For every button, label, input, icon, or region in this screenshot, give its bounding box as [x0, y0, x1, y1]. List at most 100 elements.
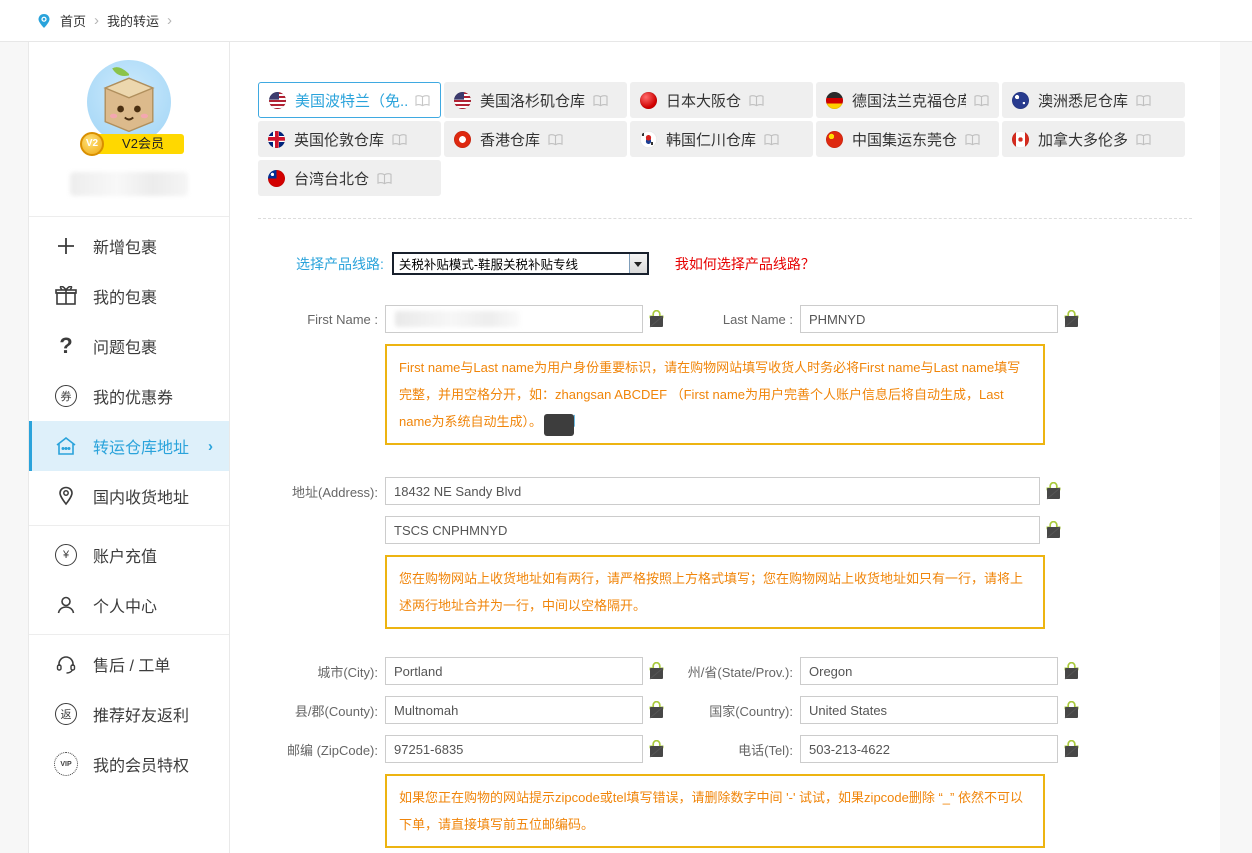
- zipcode-notice-box: 如果您正在购物的网站提示zipcode或tel填写错误，请删除数字中间 '-' …: [385, 774, 1045, 848]
- sidebar-item-referral[interactable]: 返 推荐好友返利: [29, 689, 229, 739]
- copy-icon[interactable]: [649, 701, 664, 719]
- tab-tw-taipei[interactable]: 台湾台北仓: [258, 160, 441, 196]
- copy-icon[interactable]: [1064, 662, 1079, 680]
- member-badge-label: V2会员: [92, 134, 184, 154]
- sidebar-item-label: 我的优惠券: [93, 384, 173, 408]
- sidebar-item-my-packages[interactable]: 我的包裹: [29, 271, 229, 321]
- copy-icon[interactable]: [1046, 521, 1061, 539]
- chevron-right-icon: ›: [208, 438, 213, 455]
- sidebar-item-label: 问题包裹: [93, 334, 157, 358]
- first-name-label: First Name :: [258, 312, 385, 327]
- sidebar-item-label: 新增包裹: [93, 234, 157, 258]
- sidebar-item-label: 推荐好友返利: [93, 702, 189, 726]
- copy-icon[interactable]: [1064, 740, 1079, 758]
- last-name-field[interactable]: [800, 305, 1058, 333]
- country-label: 国家(Country):: [670, 701, 800, 720]
- city-label: 城市(City):: [258, 662, 385, 681]
- zipcode-notice-text: 如果您正在购物的网站提示zipcode或tel填写错误，请删除数字中间 '-' …: [399, 790, 1023, 832]
- tab-gb-london[interactable]: 英国伦敦仓库: [258, 121, 441, 157]
- breadcrumb-home[interactable]: 首页: [60, 11, 86, 30]
- sidebar-item-label: 转运仓库地址: [93, 434, 189, 458]
- county-label: 县/郡(County):: [258, 701, 385, 720]
- korea-flag-icon: [640, 131, 657, 148]
- sidebar-item-coupons[interactable]: 券 我的优惠券: [29, 371, 229, 421]
- chevron-right-icon: ›: [94, 12, 99, 29]
- tab-us-la[interactable]: 美国洛杉矶仓库: [444, 82, 627, 118]
- country-field[interactable]: [800, 696, 1058, 724]
- zip-tel-row: 邮编 (ZipCode): 电话(Tel):: [258, 735, 1192, 763]
- tab-jp-osaka[interactable]: 日本大阪仓: [630, 82, 813, 118]
- australia-flag-icon: [1012, 92, 1029, 109]
- book-icon: [377, 172, 392, 185]
- coupon-icon: 券: [53, 385, 79, 407]
- sidebar-item-profile[interactable]: 个人中心: [29, 580, 229, 630]
- divider-dashed: [258, 218, 1192, 219]
- breadcrumb-current[interactable]: 我的转运: [107, 11, 159, 30]
- copy-icon[interactable]: [1046, 482, 1061, 500]
- copy-icon[interactable]: [649, 662, 664, 680]
- username-blurred: [70, 172, 188, 196]
- sidebar-item-new-package[interactable]: 新增包裹: [29, 221, 229, 271]
- dropdown-arrow-icon[interactable]: [629, 254, 647, 273]
- state-field[interactable]: [800, 657, 1058, 685]
- user-block: V2会员 V2: [29, 42, 229, 217]
- sidebar-item-warehouse-address[interactable]: 转运仓库地址 ›: [29, 421, 229, 471]
- product-line-help-link[interactable]: 我如何选择产品线路？: [675, 254, 815, 274]
- address-notice-text: 您在购物网站上收货地址如有两行，请严格按照上方格式填写；您在购物网站上收货地址如…: [399, 571, 1023, 613]
- county-country-row: 县/郡(County): 国家(Country):: [258, 696, 1192, 724]
- book-icon: [965, 133, 980, 146]
- state-label: 州/省(State/Prov.):: [670, 662, 800, 681]
- rebate-icon: 返: [53, 703, 79, 725]
- sidebar-item-vip-privileges[interactable]: VIP 我的会员特权: [29, 739, 229, 789]
- book-icon: [764, 133, 779, 146]
- sidebar-item-label: 账户充值: [93, 543, 157, 567]
- tel-field[interactable]: [800, 735, 1058, 763]
- name-notice-box: First name与Last name为用户身份重要标识，请在购物网站填写收货…: [385, 344, 1045, 445]
- tab-us-portland[interactable]: 美国波特兰（免...: [258, 82, 441, 118]
- china-flag-icon: [826, 131, 843, 148]
- address-line2-field[interactable]: [385, 516, 1040, 544]
- tab-kr-incheon[interactable]: 韩国仁川仓库: [630, 121, 813, 157]
- tab-hk[interactable]: 香港仓库: [444, 121, 627, 157]
- plus-icon: [53, 236, 79, 256]
- copy-icon[interactable]: [1064, 310, 1079, 328]
- copy-tooltip-box: [544, 414, 574, 436]
- tab-ca-toronto[interactable]: 加拿大多伦多: [1002, 121, 1185, 157]
- product-line-select[interactable]: 关税补贴模式-鞋服关税补贴专线: [392, 252, 649, 275]
- sidebar-item-label: 个人中心: [93, 593, 157, 617]
- sidebar-item-aftersale[interactable]: 售后 / 工单: [29, 639, 229, 689]
- sidebar-item-domestic-address[interactable]: 国内收货地址: [29, 471, 229, 521]
- book-icon: [593, 94, 608, 107]
- tab-de-frankfurt[interactable]: 德国法兰克福仓库: [816, 82, 999, 118]
- germany-flag-icon: [826, 92, 843, 109]
- address-row-2: [258, 516, 1192, 544]
- chevron-right-icon: ›: [167, 12, 172, 29]
- divider: [29, 634, 229, 635]
- book-icon: [749, 94, 764, 107]
- warehouse-address-form: First Name : Last Name : First name与Last…: [258, 305, 1192, 853]
- hongkong-flag-icon: [454, 131, 471, 148]
- warehouse-icon: [53, 436, 79, 456]
- tab-cn-dongguan[interactable]: 中国集运东莞仓: [816, 121, 999, 157]
- book-icon: [1136, 94, 1151, 107]
- sidebar-item-problem-packages[interactable]: ? 问题包裹: [29, 321, 229, 371]
- main-content: 美国波特兰（免... 美国洛杉矶仓库 日本大阪仓 德国法兰克福仓库 澳洲悉尼仓库…: [230, 42, 1220, 853]
- address-label: 地址(Address):: [258, 482, 385, 501]
- v2-medal-icon: V2: [80, 132, 104, 156]
- address-line1-field[interactable]: [385, 477, 1040, 505]
- book-icon: [548, 133, 563, 146]
- county-field[interactable]: [385, 696, 643, 724]
- tel-label: 电话(Tel):: [670, 740, 800, 759]
- book-icon: [974, 94, 989, 107]
- city-field[interactable]: [385, 657, 643, 685]
- warehouse-tabs: 美国波特兰（免... 美国洛杉矶仓库 日本大阪仓 德国法兰克福仓库 澳洲悉尼仓库…: [258, 82, 1188, 196]
- sidebar-item-label: 我的会员特权: [93, 752, 189, 776]
- zipcode-field[interactable]: [385, 735, 643, 763]
- copy-icon[interactable]: [649, 740, 664, 758]
- tab-au-sydney[interactable]: 澳洲悉尼仓库: [1002, 82, 1185, 118]
- sidebar-item-recharge[interactable]: ¥ 账户充值: [29, 530, 229, 580]
- question-icon: ?: [53, 333, 79, 359]
- copy-icon[interactable]: [1064, 701, 1079, 719]
- address-notice-box: 您在购物网站上收货地址如有两行，请严格按照上方格式填写；您在购物网站上收货地址如…: [385, 555, 1045, 629]
- copy-icon[interactable]: [649, 310, 664, 328]
